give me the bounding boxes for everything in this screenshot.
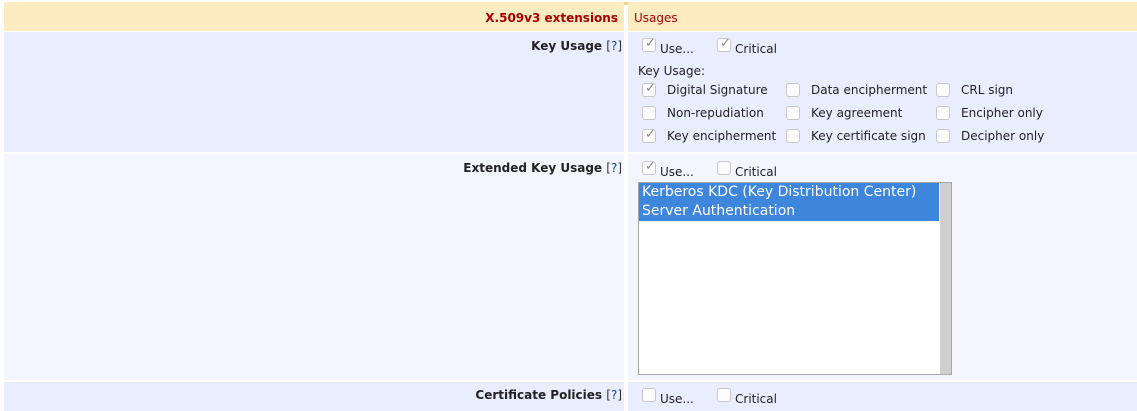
key-usage-use-checkbox[interactable]: ✓: [642, 36, 656, 52]
cp-critical-label: Critical: [735, 392, 777, 406]
cp-use-label: Use...: [660, 392, 694, 406]
data-encipherment-label: Data encipherment: [811, 83, 928, 97]
crl-sign-label: CRL sign: [961, 83, 1014, 97]
key-agreement-label: Key agreement: [811, 106, 903, 120]
crl-sign-checkbox[interactable]: [936, 83, 950, 97]
header-right-cell: Usages: [628, 2, 1137, 31]
extended-key-usage-help-link[interactable]: ?: [611, 161, 617, 175]
listbox-option[interactable]: Server Authentication: [639, 202, 939, 221]
extended-key-usage-label: Extended Key Usage [?]: [463, 161, 622, 175]
extensions-header-row: X.509v3 extensions Usages: [4, 2, 1137, 31]
key-usage-controls: ✓ Use... ✓ Critical Key Usage: ✓ Digital…: [628, 32, 1137, 152]
check-icon: ✓: [645, 36, 656, 51]
key-usage-row: Key Usage [?] ✓ Use... ✓ Critical Key Us…: [4, 32, 1137, 152]
key-usage-label-cell: Key Usage [?]: [4, 32, 624, 152]
decipher-only-checkbox[interactable]: [936, 129, 950, 143]
section-title: X.509v3 extensions: [485, 11, 618, 25]
decipher-only-label: Decipher only: [961, 129, 1045, 143]
data-encipherment-checkbox[interactable]: [786, 83, 800, 97]
certificate-policies-controls: Use... Critical: [628, 382, 1137, 411]
extended-key-usage-row: Extended Key Usage [?] ✓ Use... Critical…: [4, 154, 1137, 380]
extended-key-usage-listbox[interactable]: Kerberos KDC (Key Distribution Center) S…: [638, 182, 952, 375]
listbox-option[interactable]: Kerberos KDC (Key Distribution Center): [639, 183, 939, 202]
key-usage-help-link[interactable]: ?: [611, 39, 617, 53]
key-usage-critical-checkbox[interactable]: ✓: [717, 36, 731, 52]
key-usage-critical-label: Critical: [735, 42, 777, 56]
certificate-policies-label: Certificate Policies [?]: [475, 388, 622, 402]
certificate-policies-label-cell: Certificate Policies [?]: [4, 382, 624, 411]
check-icon: ✓: [645, 81, 656, 96]
certificate-policies-label-text: Certificate Policies: [475, 388, 603, 402]
extended-key-usage-label-text: Extended Key Usage: [463, 161, 603, 175]
key-cert-sign-checkbox[interactable]: [786, 129, 800, 143]
eku-use-label: Use...: [660, 165, 694, 179]
key-usage-label-text: Key Usage: [531, 39, 603, 53]
check-icon: ✓: [645, 159, 656, 174]
non-repudiation-checkbox[interactable]: [642, 106, 656, 120]
digital-signature-label: Digital Signature: [667, 83, 768, 97]
key-usage-sublabel: Key Usage:: [638, 64, 706, 78]
certificate-policies-help-link[interactable]: ?: [611, 388, 617, 402]
section-subtitle: Usages: [634, 11, 678, 25]
extended-key-usage-label-cell: Extended Key Usage [?]: [4, 154, 624, 380]
key-agreement-checkbox[interactable]: [786, 106, 800, 120]
listbox-scrollbar[interactable]: [940, 183, 951, 374]
key-cert-sign-label: Key certificate sign: [811, 129, 926, 143]
certificate-policies-row: Certificate Policies [?] Use... Critical: [4, 382, 1137, 411]
key-encipherment-label: Key encipherment: [667, 129, 777, 143]
encipher-only-checkbox[interactable]: [936, 106, 950, 120]
check-icon: ✓: [720, 36, 731, 51]
extended-key-usage-controls: ✓ Use... Critical Kerberos KDC (Key Dist…: [628, 154, 1137, 380]
eku-use-checkbox[interactable]: ✓: [642, 159, 656, 175]
eku-critical-label: Critical: [735, 165, 777, 179]
check-icon: ✓: [645, 127, 656, 142]
non-repudiation-label: Non-repudiation: [667, 106, 764, 120]
key-usage-label: Key Usage [?]: [531, 39, 622, 53]
encipher-only-label: Encipher only: [961, 106, 1043, 120]
eku-critical-checkbox[interactable]: [717, 161, 731, 175]
cp-critical-checkbox[interactable]: [717, 388, 731, 402]
digital-signature-checkbox[interactable]: ✓: [642, 81, 656, 97]
key-encipherment-checkbox[interactable]: ✓: [642, 127, 656, 143]
key-usage-use-label: Use...: [660, 42, 694, 56]
header-left-cell: X.509v3 extensions: [4, 2, 624, 31]
cp-use-checkbox[interactable]: [642, 388, 656, 402]
